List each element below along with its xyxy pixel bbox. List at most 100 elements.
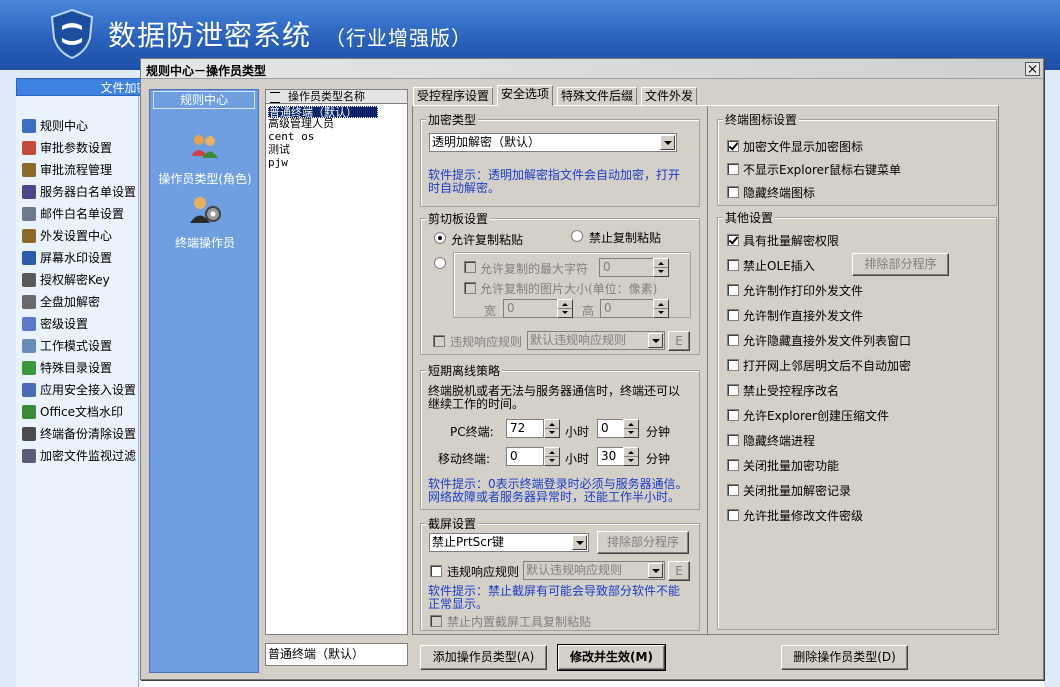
mobile-minutes-spinner[interactable] bbox=[623, 447, 639, 466]
other-option-checkbox[interactable] bbox=[727, 384, 739, 396]
sidebar-item[interactable]: 外发设置中心 bbox=[22, 226, 112, 246]
forbid-copy-radio[interactable] bbox=[571, 230, 583, 242]
other-option-checkbox[interactable] bbox=[727, 334, 739, 346]
other-option-label[interactable]: 隐藏终端进程 bbox=[743, 432, 815, 449]
screenshot-edit-button[interactable]: E bbox=[668, 561, 690, 581]
terminal-operator-icon[interactable] bbox=[188, 195, 222, 225]
delete-operator-type-button[interactable]: 删除操作员类型(D) bbox=[781, 645, 908, 670]
add-operator-type-button[interactable]: 添加操作员类型(A) bbox=[420, 645, 547, 670]
other-option-label[interactable]: 关闭批量加解密记录 bbox=[743, 482, 851, 499]
operator-type-label[interactable]: 操作员类型(角色) bbox=[150, 170, 260, 187]
icon-option-label[interactable]: 加密文件显示加密图标 bbox=[743, 138, 863, 155]
tab-special-suffix[interactable]: 特殊文件后缀 bbox=[557, 87, 638, 105]
icon-option-label[interactable]: 不显示Explorer鼠标右键菜单 bbox=[743, 161, 901, 178]
sidebar-item[interactable]: 邮件白名单设置 bbox=[22, 204, 124, 224]
pc-minutes-input[interactable]: 0 bbox=[597, 419, 625, 438]
icon-option-checkbox[interactable] bbox=[727, 163, 739, 175]
sidebar-item[interactable]: 审批参数设置 bbox=[22, 138, 112, 158]
other-option-label[interactable]: 禁止受控程序改名 bbox=[743, 382, 839, 399]
tab-controlled-programs[interactable]: 受控程序设置 bbox=[413, 87, 494, 105]
other-option-label[interactable]: 允许Explorer创建压缩文件 bbox=[743, 407, 889, 424]
sidebar-item[interactable]: 服务器白名单设置 bbox=[22, 182, 136, 202]
ole-exclude-button[interactable]: 排除部分程序 bbox=[852, 253, 949, 276]
max-chars-checkbox[interactable] bbox=[464, 261, 476, 273]
list-item[interactable]: pjw bbox=[268, 157, 378, 169]
clipboard-violation-select[interactable]: 默认违规响应规则 bbox=[527, 331, 665, 350]
sidebar-item[interactable]: 特殊目录设置 bbox=[22, 358, 112, 378]
screenshot-violation-checkbox[interactable] bbox=[430, 565, 442, 577]
other-option-checkbox[interactable] bbox=[727, 234, 739, 246]
other-option-checkbox[interactable] bbox=[727, 484, 739, 496]
other-option-checkbox[interactable] bbox=[727, 359, 739, 371]
sidebar-item[interactable]: 应用安全接入设置 bbox=[22, 380, 136, 400]
mobile-hours-spinner[interactable] bbox=[544, 447, 560, 466]
terminal-operator-label[interactable]: 终端操作员 bbox=[150, 234, 260, 251]
pc-hours-spinner[interactable] bbox=[544, 419, 560, 438]
chevron-down-icon[interactable] bbox=[648, 333, 663, 348]
screenshot-select[interactable]: 禁止PrtScr键 bbox=[429, 533, 589, 552]
list-column-header[interactable]: 操作员类型名称 bbox=[266, 90, 407, 104]
pc-minutes-spinner[interactable] bbox=[623, 419, 639, 438]
other-option-checkbox[interactable] bbox=[727, 409, 739, 421]
tab-security-options[interactable]: 安全选项 bbox=[497, 85, 554, 106]
other-option-label[interactable]: 打开网上邻居明文后不自动加密 bbox=[743, 357, 911, 374]
builtin-screenshot-checkbox[interactable] bbox=[430, 615, 442, 627]
sidebar-item[interactable]: 审批流程管理 bbox=[22, 160, 112, 180]
other-option-checkbox[interactable] bbox=[727, 509, 739, 521]
max-chars-input[interactable]: 0 bbox=[599, 258, 654, 277]
icon-option-checkbox[interactable] bbox=[727, 186, 739, 198]
sidebar-item[interactable]: 加密文件监视过滤 bbox=[22, 446, 136, 466]
sidebar-item[interactable]: 授权解密Key bbox=[22, 270, 110, 290]
other-option-checkbox[interactable] bbox=[727, 459, 739, 471]
sidebar-item[interactable]: Office文档水印 bbox=[22, 402, 123, 422]
allow-copy-label[interactable]: 允许复制粘贴 bbox=[451, 231, 523, 248]
other-option-label[interactable]: 关闭批量加密功能 bbox=[743, 457, 839, 474]
other-option-label[interactable]: 具有批量解密权限 bbox=[743, 232, 839, 249]
screenshot-exclude-button[interactable]: 排除部分程序 bbox=[597, 531, 689, 554]
current-type-field[interactable]: 普通终端（默认） bbox=[265, 643, 408, 666]
icon-option-checkbox[interactable] bbox=[727, 140, 739, 152]
close-icon[interactable] bbox=[1025, 62, 1040, 76]
chevron-down-icon[interactable] bbox=[648, 563, 663, 578]
width-input[interactable]: 0 bbox=[503, 299, 558, 318]
other-option-label[interactable]: 允许制作直接外发文件 bbox=[743, 307, 863, 324]
chevron-down-icon[interactable] bbox=[660, 135, 675, 150]
operator-type-icon[interactable] bbox=[188, 132, 222, 162]
height-input[interactable]: 0 bbox=[600, 299, 655, 318]
pc-hours-input[interactable]: 72 bbox=[506, 419, 544, 438]
height-spinner[interactable] bbox=[653, 299, 669, 318]
list-item[interactable]: 测试 bbox=[268, 144, 378, 156]
list-item[interactable]: cent os bbox=[268, 131, 378, 143]
clipboard-edit-button[interactable]: E bbox=[668, 331, 690, 351]
mobile-minutes-input[interactable]: 30 bbox=[597, 447, 625, 466]
other-option-checkbox[interactable] bbox=[727, 434, 739, 446]
other-option-checkbox[interactable] bbox=[727, 284, 739, 296]
sidebar-item[interactable]: 规则中心 bbox=[22, 116, 88, 136]
img-size-checkbox[interactable] bbox=[464, 282, 476, 294]
other-option-label[interactable]: 允许批量修改文件密级 bbox=[743, 507, 863, 524]
chevron-down-icon[interactable] bbox=[572, 535, 587, 550]
other-option-checkbox[interactable] bbox=[727, 259, 739, 271]
clipboard-violation-checkbox[interactable] bbox=[433, 335, 445, 347]
icon-option-label[interactable]: 隐藏终端图标 bbox=[743, 184, 815, 201]
max-chars-spinner[interactable] bbox=[653, 258, 669, 277]
mobile-hours-input[interactable]: 0 bbox=[506, 447, 544, 466]
encryption-type-select[interactable]: 透明加解密（默认） bbox=[429, 133, 677, 152]
operator-type-list[interactable]: 操作员类型名称 普通终端（默认） 高级管理人员 cent os 测试 pjw bbox=[265, 89, 408, 635]
sidebar-item[interactable]: 全盘加解密 bbox=[22, 292, 100, 312]
list-item[interactable]: 高级管理人员 bbox=[268, 118, 378, 130]
sidebar-item[interactable]: 终端备份清除设置 bbox=[22, 424, 136, 444]
other-option-label[interactable]: 允许隐藏直接外发文件列表窗口 bbox=[743, 332, 911, 349]
tab-file-outgoing[interactable]: 文件外发 bbox=[641, 87, 698, 105]
forbid-copy-label[interactable]: 禁止复制粘贴 bbox=[589, 229, 661, 246]
other-option-label[interactable]: 禁止OLE插入 bbox=[743, 257, 815, 274]
other-option-label[interactable]: 允许制作打印外发文件 bbox=[743, 282, 863, 299]
custom-copy-radio[interactable] bbox=[434, 257, 446, 269]
allow-copy-radio[interactable] bbox=[434, 232, 446, 244]
sidebar-item[interactable]: 工作模式设置 bbox=[22, 336, 112, 356]
other-option-checkbox[interactable] bbox=[727, 309, 739, 321]
screenshot-violation-select[interactable]: 默认违规响应规则 bbox=[523, 561, 665, 580]
apply-changes-button[interactable]: 修改并生效(M) bbox=[557, 644, 666, 671]
sidebar-item[interactable]: 密级设置 bbox=[22, 314, 88, 334]
width-spinner[interactable] bbox=[557, 299, 573, 318]
